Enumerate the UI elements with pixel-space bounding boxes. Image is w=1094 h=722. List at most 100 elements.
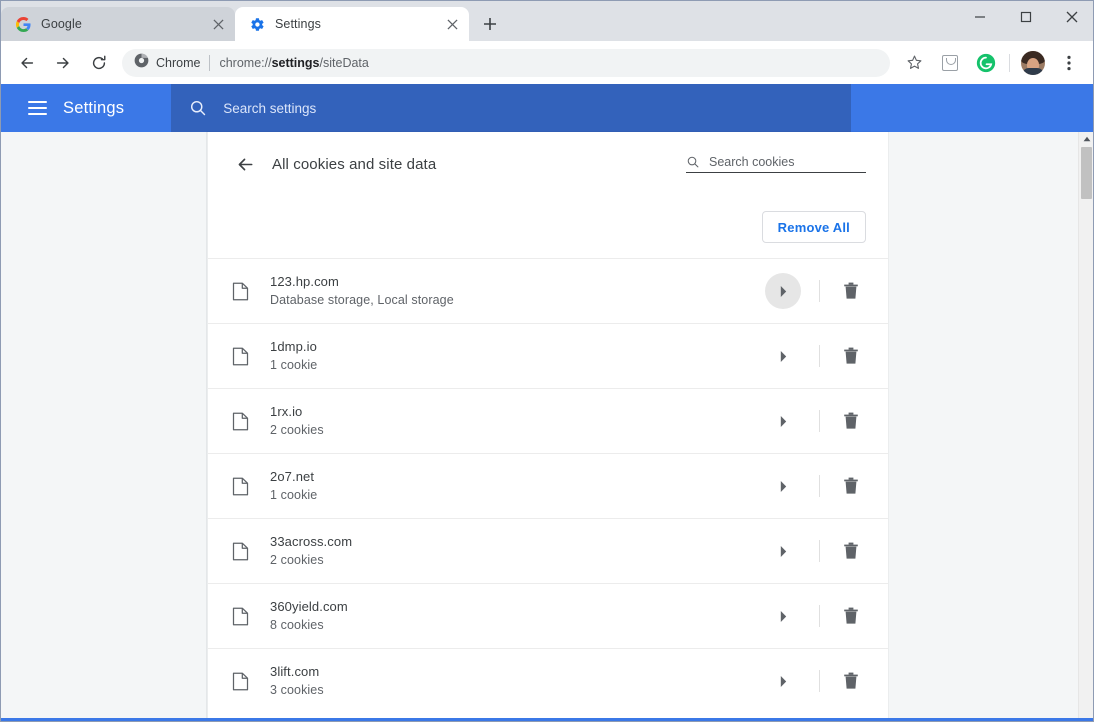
trash-icon[interactable] [836, 276, 866, 306]
url-prefix: chrome:// [219, 55, 272, 70]
document-icon [230, 671, 250, 691]
chevron-right-icon[interactable] [765, 533, 801, 569]
tab-strip: Google Settings [1, 1, 1093, 41]
close-icon[interactable] [209, 15, 227, 33]
document-icon [230, 281, 250, 301]
document-icon [230, 606, 250, 626]
row-actions [765, 338, 866, 374]
window-controls [957, 1, 1093, 33]
cookie-list: 123.hp.com Database storage, Local storag… [208, 258, 888, 713]
reload-icon[interactable] [84, 48, 114, 78]
tab-title: Google [41, 17, 82, 31]
row-actions [765, 468, 866, 504]
star-icon[interactable] [899, 48, 929, 78]
table-row[interactable]: 33across.com 2 cookies [208, 518, 888, 583]
close-button[interactable] [1049, 1, 1093, 33]
trash-icon[interactable] [836, 471, 866, 501]
row-text: 123.hp.com Database storage, Local storag… [270, 272, 765, 310]
tab-settings[interactable]: Settings [235, 7, 469, 41]
site-detail: 1 cookie [270, 358, 318, 372]
remove-all-button[interactable]: Remove All [761, 211, 866, 243]
chevron-right-icon[interactable] [765, 663, 801, 699]
site-name: 3lift.com [270, 664, 320, 679]
trash-icon[interactable] [836, 406, 866, 436]
search-icon [686, 155, 700, 169]
chevron-right-icon[interactable] [765, 403, 801, 439]
site-name: 360yield.com [270, 599, 348, 614]
page-title: All cookies and site data [272, 155, 437, 173]
back-arrow-icon[interactable] [228, 147, 262, 181]
site-detail: 2 cookies [270, 423, 324, 437]
trash-icon[interactable] [836, 341, 866, 371]
row-text: 1dmp.io 1 cookie [270, 337, 765, 375]
page-scrollbar[interactable] [1078, 132, 1093, 721]
extension-icon[interactable] [935, 48, 965, 78]
cookie-search-placeholder: Search cookies [709, 155, 795, 169]
tab-google[interactable]: Google [1, 7, 235, 41]
site-name: 1rx.io [270, 404, 303, 419]
maximize-button[interactable] [1003, 1, 1049, 33]
address-bar[interactable]: Chrome chrome://settings/siteData [122, 48, 890, 77]
settings-search-input[interactable]: Search settings [171, 84, 852, 132]
minimize-button[interactable] [957, 1, 1003, 33]
scroll-up-arrow-icon[interactable] [1079, 132, 1093, 146]
trash-icon[interactable] [836, 601, 866, 631]
chevron-right-icon[interactable] [765, 273, 801, 309]
row-actions [765, 533, 866, 569]
site-identity-chip[interactable]: Chrome [134, 53, 200, 73]
row-text: 2o7.net 1 cookie [270, 467, 765, 505]
bottom-accent-strip [1, 718, 1093, 721]
table-row[interactable]: 1rx.io 2 cookies [208, 388, 888, 453]
avatar[interactable] [1021, 50, 1045, 75]
document-icon [230, 476, 250, 496]
row-text: 1rx.io 2 cookies [270, 402, 765, 440]
table-row[interactable]: 2o7.net 1 cookie [208, 453, 888, 518]
site-name: 33across.com [270, 534, 353, 549]
row-divider [819, 280, 820, 302]
row-text: 33across.com 2 cookies [270, 532, 765, 570]
hamburger-line [27, 107, 47, 109]
site-detail: Database storage, Local storage [270, 293, 454, 307]
table-row[interactable]: 360yield.com 8 cookies [208, 583, 888, 648]
hamburger-menu-icon[interactable] [13, 84, 61, 132]
site-detail: 1 cookie [270, 488, 318, 502]
gear-icon [249, 16, 265, 32]
settings-search-placeholder: Search settings [223, 100, 317, 116]
close-icon[interactable] [443, 15, 461, 33]
settings-nav-pane [1, 132, 207, 721]
chevron-right-icon[interactable] [765, 338, 801, 374]
row-divider [819, 540, 820, 562]
site-name: 1dmp.io [270, 339, 317, 354]
trash-icon[interactable] [836, 666, 866, 696]
table-row[interactable]: 123.hp.com Database storage, Local storag… [208, 258, 888, 323]
table-row[interactable]: 1dmp.io 1 cookie [208, 323, 888, 388]
url-host: settings [271, 55, 320, 70]
google-logo-icon [15, 16, 31, 32]
site-detail: 3 cookies [270, 683, 324, 697]
row-actions [765, 598, 866, 634]
tab-title: Settings [275, 17, 321, 31]
new-tab-button[interactable] [475, 9, 505, 39]
trash-icon[interactable] [836, 536, 866, 566]
chrome-logo-icon [134, 53, 149, 73]
row-actions [765, 273, 866, 309]
site-name: 123.hp.com [270, 274, 339, 289]
settings-body: All cookies and site data Search cookies… [1, 132, 1093, 721]
forward-arrow-icon[interactable] [48, 48, 78, 78]
row-divider [819, 475, 820, 497]
cookie-search-input[interactable]: Search cookies [686, 155, 866, 173]
row-divider [819, 410, 820, 432]
chevron-right-icon[interactable] [765, 598, 801, 634]
back-arrow-icon[interactable] [12, 48, 42, 78]
three-dot-menu-icon[interactable] [1054, 48, 1084, 78]
grammarly-extension-icon[interactable] [971, 48, 1001, 78]
table-row[interactable]: 3lift.com 3 cookies [208, 648, 888, 713]
remove-all-row: Remove All [208, 196, 888, 258]
scrollbar-thumb[interactable] [1080, 147, 1092, 199]
chevron-right-icon[interactable] [765, 468, 801, 504]
site-detail: 2 cookies [270, 553, 324, 567]
site-identity-label: Chrome [156, 55, 201, 70]
hamburger-line [27, 113, 47, 116]
search-icon [189, 99, 207, 117]
settings-title: Settings [63, 98, 125, 117]
